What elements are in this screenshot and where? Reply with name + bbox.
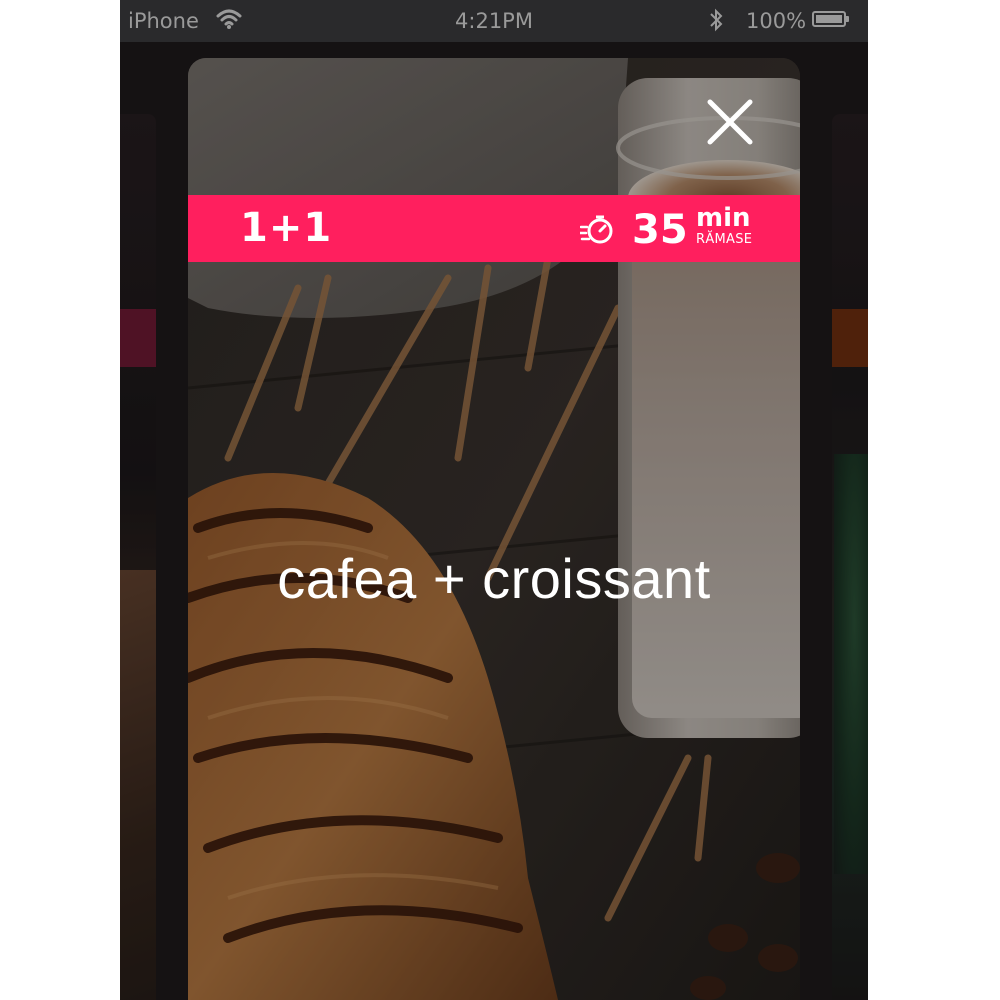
timer-minutes: 35 xyxy=(632,207,688,253)
battery-icon xyxy=(812,11,849,27)
stopwatch-icon xyxy=(580,215,613,244)
offer-title: cafea + croissant xyxy=(277,547,711,610)
promo-banner: 1+1 35 min RĂMASE xyxy=(188,195,800,262)
offer-detail-card: 1+1 35 min RĂMASE cafea + croissant xyxy=(188,58,800,1000)
close-icon[interactable] xyxy=(702,94,758,150)
bluetooth-icon xyxy=(710,8,723,32)
phone-screen: iPhone 4:21PM 100% 1+1 35 min RĂMASE caf… xyxy=(120,0,868,1000)
status-bar: iPhone 4:21PM 100% xyxy=(120,0,868,42)
timer-unit: min xyxy=(696,203,751,233)
battery-percent: 100% xyxy=(746,9,807,33)
promo-label: 1+1 xyxy=(240,205,333,251)
timer-remaining-label: RĂMASE xyxy=(696,232,753,247)
